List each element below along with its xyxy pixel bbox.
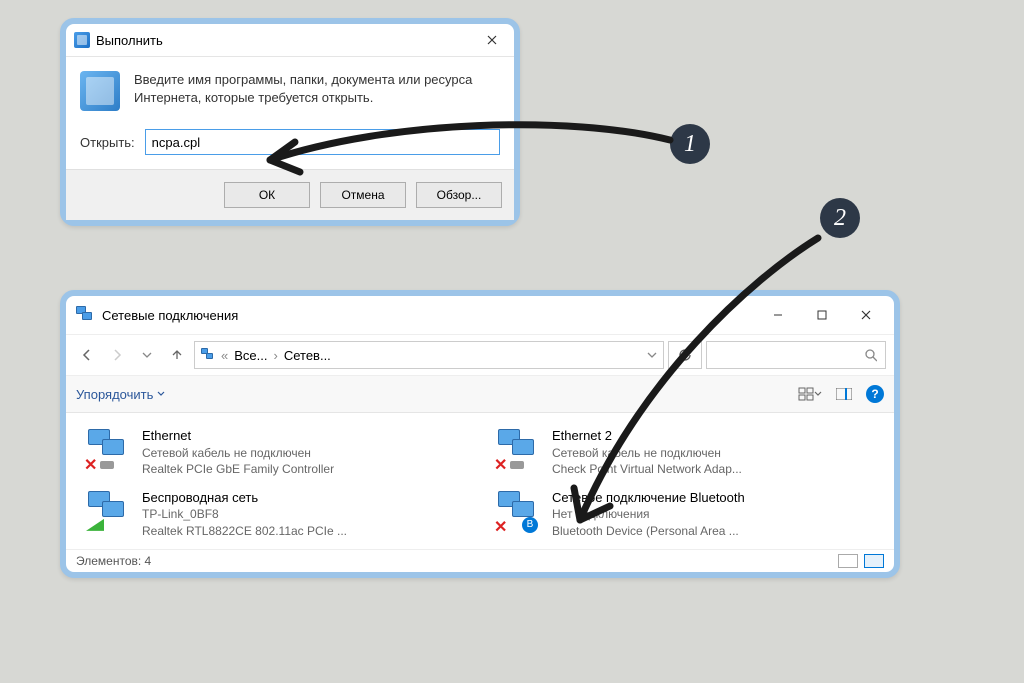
run-titlebar: Выполнить	[66, 24, 514, 57]
connection-name: Беспроводная сеть	[142, 489, 347, 507]
minimize-button[interactable]	[756, 302, 800, 328]
connection-item-wireless[interactable]: Беспроводная сеть TP-Link_0BF8 Realtek R…	[80, 485, 470, 543]
annotation-badge-1: 1	[670, 124, 710, 164]
connection-device: Check Point Virtual Network Adap...	[552, 461, 742, 477]
forward-button[interactable]	[104, 342, 130, 368]
explorer-window: Сетевые подключения « Все... › Сетев...	[60, 290, 900, 578]
breadcrumb-1[interactable]: Все...	[234, 348, 267, 363]
tiles-view-button[interactable]	[864, 554, 884, 568]
details-view-button[interactable]	[838, 554, 858, 568]
chevron-down-icon	[157, 390, 165, 398]
connection-name: Ethernet	[142, 427, 334, 445]
connection-device: Realtek PCIe GbE Family Controller	[142, 461, 334, 477]
connection-status: Нет подключения	[552, 506, 745, 522]
annotation-badge-2: 2	[820, 198, 860, 238]
connection-status: TP-Link_0BF8	[142, 506, 347, 522]
connection-item-ethernet2[interactable]: ✕ Ethernet 2 Сетевой кабель не подключен…	[490, 423, 880, 481]
run-large-icon	[80, 71, 120, 111]
minimize-icon	[773, 310, 783, 320]
connection-item-bluetooth[interactable]: ✕B Сетевое подключение Bluetooth Нет под…	[490, 485, 880, 543]
browse-button[interactable]: Обзор...	[416, 182, 502, 208]
preview-icon	[836, 388, 852, 400]
close-icon	[487, 35, 497, 45]
chevron-down-icon	[142, 350, 152, 360]
maximize-icon	[817, 310, 827, 320]
chevron-down-icon[interactable]	[647, 350, 657, 360]
connection-device: Bluetooth Device (Personal Area ...	[552, 523, 745, 539]
view-icon	[798, 387, 814, 401]
run-title: Выполнить	[96, 33, 163, 48]
connection-device: Realtek RTL8822CE 802.11ac PCIe ...	[142, 523, 347, 539]
arrow-up-icon	[170, 348, 184, 362]
arrow-right-icon	[110, 348, 124, 362]
address-bar[interactable]: « Все... › Сетев...	[194, 341, 664, 369]
window-controls	[756, 302, 888, 328]
open-input[interactable]	[145, 129, 500, 155]
search-box[interactable]	[706, 341, 886, 369]
view-toggle-button[interactable]	[798, 382, 822, 406]
breadcrumb-sep: «	[221, 348, 228, 363]
connections-grid: ✕ Ethernet Сетевой кабель не подключен R…	[66, 413, 894, 549]
navigation-bar: « Все... › Сетев...	[66, 335, 894, 376]
run-button-row: ОК Отмена Обзор...	[66, 169, 514, 220]
refresh-icon	[678, 348, 692, 362]
run-dialog: Выполнить Введите имя программы, папки, …	[60, 18, 520, 226]
organize-menu[interactable]: Упорядочить	[76, 387, 165, 402]
network-connections-icon	[76, 306, 94, 324]
explorer-title: Сетевые подключения	[102, 308, 238, 323]
run-description: Введите имя программы, папки, документа …	[134, 71, 500, 107]
recent-button[interactable]	[134, 342, 160, 368]
refresh-button[interactable]	[668, 341, 702, 369]
close-button[interactable]	[478, 30, 506, 50]
connection-item-ethernet[interactable]: ✕ Ethernet Сетевой кабель не подключен R…	[80, 423, 470, 481]
bluetooth-adapter-icon: ✕B	[494, 489, 542, 531]
help-button[interactable]: ?	[866, 385, 884, 403]
breadcrumb-2[interactable]: Сетев...	[284, 348, 331, 363]
item-count: Элементов: 4	[76, 554, 151, 568]
connection-status: Сетевой кабель не подключен	[142, 445, 334, 461]
connection-name: Сетевое подключение Bluetooth	[552, 489, 745, 507]
cancel-button[interactable]: Отмена	[320, 182, 406, 208]
explorer-titlebar: Сетевые подключения	[66, 296, 894, 335]
network-adapter-icon: ✕	[494, 427, 542, 469]
wireless-adapter-icon	[84, 489, 132, 531]
connection-status: Сетевой кабель не подключен	[552, 445, 742, 461]
breadcrumb-sep: ›	[273, 348, 277, 363]
chevron-down-icon	[814, 390, 822, 398]
ok-button[interactable]: ОК	[224, 182, 310, 208]
connection-name: Ethernet 2	[552, 427, 742, 445]
close-button[interactable]	[844, 302, 888, 328]
explorer-toolbar: Упорядочить ?	[66, 376, 894, 413]
search-input[interactable]	[715, 348, 864, 362]
back-button[interactable]	[74, 342, 100, 368]
search-icon	[864, 348, 877, 362]
address-icon	[201, 348, 215, 362]
preview-pane-button[interactable]	[832, 382, 856, 406]
network-adapter-icon: ✕	[84, 427, 132, 469]
up-button[interactable]	[164, 342, 190, 368]
status-bar: Элементов: 4	[66, 549, 894, 572]
close-icon	[861, 310, 871, 320]
maximize-button[interactable]	[800, 302, 844, 328]
arrow-left-icon	[80, 348, 94, 362]
run-app-icon	[74, 32, 90, 48]
open-label: Открыть:	[80, 135, 135, 150]
